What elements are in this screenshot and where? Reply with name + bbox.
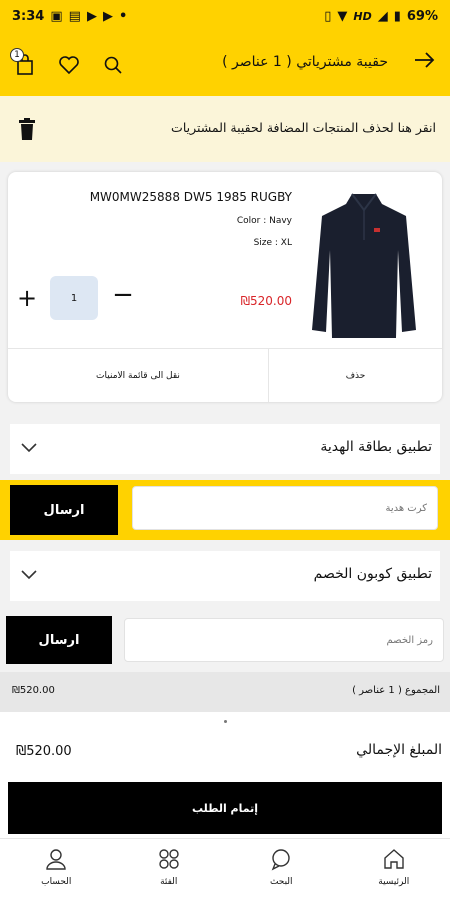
subtotal-row: المجموع ( 1 عناصر ) ₪520.00 — [0, 672, 450, 712]
gift-card-title: تطبيق بطاقة الهدية — [320, 439, 432, 455]
delete-item-button[interactable]: حذف — [269, 349, 442, 402]
nav-label-account: الحساب — [41, 877, 72, 887]
total-label: المبلغ الإجمالي — [356, 742, 442, 758]
checkout-button[interactable]: إتمام الطلب — [8, 782, 442, 834]
page-title: حقيبة مشترياتي ( 1 عناصر ) — [222, 54, 388, 70]
search-icon — [104, 56, 122, 74]
header-actions: 1 — [8, 48, 130, 80]
dot-icon: • — [118, 8, 128, 24]
wishlist-button[interactable] — [52, 50, 86, 80]
home-icon — [384, 849, 404, 869]
coupon-send-button[interactable]: ارسال — [6, 616, 112, 664]
vibrate-icon: ▯ — [324, 8, 332, 24]
cart-button[interactable]: 1 — [8, 48, 42, 80]
back-button[interactable] — [412, 48, 436, 78]
grid-icon — [159, 849, 179, 869]
product-size: Size : XL — [253, 238, 292, 248]
trash-icon — [19, 118, 35, 140]
quantity-increase-button[interactable]: + — [14, 284, 40, 312]
total-row: المبلغ الإجمالي ₪520.00 — [0, 712, 450, 782]
bottom-nav: الرئيسية البحث الفئة الحساب — [0, 838, 450, 900]
nav-label-category: الفئة — [160, 877, 178, 887]
status-left: 3:34 ▣ ▤ ▶ ▶ • — [12, 9, 127, 24]
gift-card-accordion[interactable]: تطبيق بطاقة الهدية — [10, 424, 440, 474]
chevron-down-icon — [21, 570, 37, 580]
app-header: 1 حقيبة مشترياتي ( 1 عناصر ) — [0, 32, 450, 96]
wifi-icon: ▼ — [337, 8, 348, 24]
notice-text: انقر هنا لحذف المنتجات المضافة لحقيبة ال… — [171, 120, 436, 135]
product-price: ₪520.00 — [240, 294, 292, 308]
status-bar: 3:34 ▣ ▤ ▶ ▶ • ▯ ▼ HD ◢ ▮ 69% — [0, 0, 450, 32]
search-button[interactable] — [96, 50, 130, 80]
divider-dot — [224, 720, 227, 723]
coupon-input-row: ارسال — [0, 612, 450, 672]
nav-item-home[interactable]: الرئيسية — [338, 839, 450, 900]
arrow-right-icon — [415, 52, 435, 68]
gift-card-send-button[interactable]: ارسال — [10, 485, 118, 535]
clear-cart-notice[interactable]: انقر هنا لحذف المنتجات المضافة لحقيبة ال… — [0, 96, 450, 162]
product-image[interactable] — [304, 180, 424, 340]
product-color: Color : Navy — [236, 216, 292, 226]
nav-label-search: البحث — [269, 877, 293, 887]
coupon-input[interactable] — [124, 618, 444, 662]
youtube-icon: ▶ — [86, 8, 97, 24]
move-to-wishlist-button[interactable]: نقل الى قائمة الامنيات — [8, 349, 268, 402]
heart-icon — [59, 56, 79, 75]
quantity-value[interactable]: 1 — [50, 276, 98, 320]
image-icon: ▣ — [50, 8, 63, 24]
coupon-title: تطبيق كوبون الخصم — [313, 566, 432, 582]
chevron-down-icon — [21, 443, 37, 453]
product-name[interactable]: MW0MW25888 DW5 1985 RUGBY — [90, 190, 292, 204]
battery-icon: ▮ — [393, 8, 401, 24]
coupon-accordion[interactable]: تطبيق كوبون الخصم — [10, 551, 440, 601]
subtotal-label: المجموع ( 1 عناصر ) — [352, 685, 440, 696]
nav-label-home: الرئيسية — [378, 877, 410, 887]
nav-item-category[interactable]: الفئة — [113, 839, 226, 900]
status-right: ▯ ▼ HD ◢ ▮ 69% — [324, 9, 438, 24]
cart-badge: 1 — [10, 48, 24, 62]
network-label: HD — [353, 9, 372, 23]
checkout-area: إتمام الطلب — [0, 782, 450, 838]
nav-item-account[interactable]: الحساب — [0, 839, 113, 900]
youtube-icon: ▶ — [102, 8, 113, 24]
gift-card-input[interactable] — [132, 486, 438, 530]
cart-item-card: MW0MW25888 DW5 1985 RUGBY Color : Navy S… — [8, 172, 442, 402]
user-icon — [46, 849, 66, 870]
nav-item-search[interactable]: البحث — [225, 839, 338, 900]
signal-icon: ◢ — [377, 8, 388, 24]
gift-card-input-row: ارسال — [0, 480, 450, 540]
battery-percent: 69% — [406, 8, 438, 24]
status-time: 3:34 — [12, 8, 45, 24]
total-value: ₪520.00 — [16, 744, 72, 759]
chat-search-icon — [271, 849, 290, 871]
quantity-decrease-button[interactable]: − — [112, 280, 134, 310]
subtotal-value: ₪520.00 — [12, 685, 55, 696]
news-icon: ▤ — [68, 8, 81, 24]
